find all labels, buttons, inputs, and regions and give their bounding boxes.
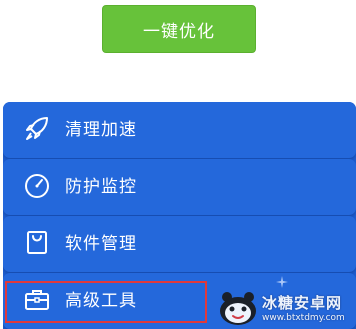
menu-item-cleanup-speedup[interactable]: 清理加速 xyxy=(3,102,356,158)
shopping-bag-icon xyxy=(23,228,51,256)
watermark-url: www.btxtdmy.com xyxy=(262,313,345,323)
menu-item-label: 清理加速 xyxy=(65,120,137,140)
menu-item-protection-monitor[interactable]: 防护监控 xyxy=(3,159,356,215)
watermark: 冰糖安卓网 www.btxtdmy.com xyxy=(218,286,356,329)
watermark-logo-icon xyxy=(220,291,256,325)
rocket-icon xyxy=(23,114,51,142)
menu-item-label: 防护监控 xyxy=(65,177,137,197)
toolbox-icon xyxy=(23,285,51,313)
top-area: 一键优化 xyxy=(0,0,356,102)
menu-item-label: 高级工具 xyxy=(65,291,137,311)
watermark-title: 冰糖安卓网 xyxy=(262,294,343,312)
one-click-optimize-button[interactable]: 一键优化 xyxy=(102,5,256,53)
menu-item-label: 软件管理 xyxy=(65,234,137,254)
gauge-icon xyxy=(23,171,51,199)
menu-item-software-management[interactable]: 软件管理 xyxy=(3,216,356,272)
